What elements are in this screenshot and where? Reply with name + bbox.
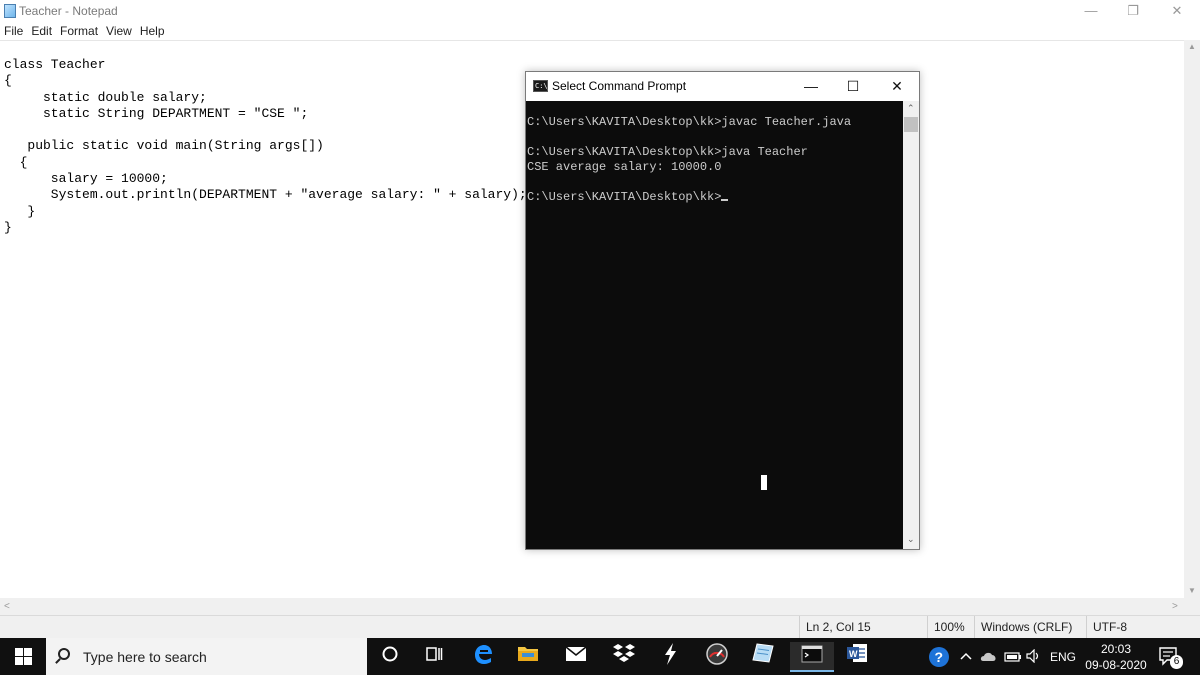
console-prompt-line: C:\Users\KAVITA\Desktop\kk> bbox=[527, 190, 729, 205]
code-line: public static void main(String args[]) bbox=[4, 138, 324, 153]
svg-text:?: ? bbox=[935, 649, 944, 665]
notepad-titlebar: Teacher - Notepad — ❐ ✕ bbox=[0, 0, 1200, 22]
battery-icon[interactable] bbox=[1004, 651, 1022, 665]
menu-help[interactable]: Help bbox=[136, 22, 169, 40]
help-icon[interactable]: ? bbox=[928, 646, 950, 671]
zoom-level: 100% bbox=[927, 616, 974, 638]
console-line: CSE average salary: 10000.0 bbox=[527, 160, 722, 174]
code-line: { bbox=[4, 73, 12, 88]
clock-time: 20:03 bbox=[1100, 642, 1132, 656]
dropbox-icon[interactable] bbox=[604, 642, 644, 672]
cmd-title: Select Command Prompt bbox=[552, 79, 687, 93]
code-line: { bbox=[4, 155, 28, 170]
notification-badge: 6 bbox=[1170, 655, 1183, 669]
scroll-right-icon[interactable]: > bbox=[1172, 601, 1178, 612]
svg-text:W: W bbox=[849, 649, 858, 659]
paper-app-icon[interactable] bbox=[743, 642, 783, 672]
edge-icon[interactable] bbox=[463, 642, 503, 672]
mail-icon[interactable] bbox=[556, 642, 596, 672]
clock-date: 09-08-2020 bbox=[1085, 658, 1147, 672]
command-prompt-icon[interactable] bbox=[790, 642, 834, 672]
language-indicator[interactable]: ENG bbox=[1050, 650, 1076, 664]
onedrive-icon[interactable] bbox=[980, 650, 998, 665]
code-line: System.out.println(DEPARTMENT + "average… bbox=[4, 187, 527, 202]
file-explorer-icon[interactable] bbox=[508, 642, 548, 672]
menu-edit[interactable]: Edit bbox=[27, 22, 56, 40]
speedometer-app-icon[interactable] bbox=[697, 642, 737, 672]
code-line: } bbox=[4, 220, 12, 235]
cmd-titlebar[interactable]: C:\_ Select Command Prompt — ☐ ✕ bbox=[526, 72, 919, 101]
menu-file[interactable]: File bbox=[0, 22, 27, 40]
line-ending: Windows (CRLF) bbox=[974, 616, 1086, 638]
restore-button[interactable]: ❐ bbox=[1110, 0, 1156, 22]
cursor-position: Ln 2, Col 15 bbox=[799, 616, 927, 638]
text-cursor bbox=[721, 199, 729, 201]
code-line: } bbox=[4, 204, 36, 219]
taskbar-clock[interactable]: 20:03 09-08-2020 bbox=[1080, 641, 1152, 673]
minimize-button[interactable]: — bbox=[1068, 0, 1114, 22]
vertical-scrollbar[interactable]: ▲ ▼ bbox=[1184, 40, 1200, 598]
scroll-left-icon[interactable]: < bbox=[4, 601, 10, 612]
code-line: static String DEPARTMENT = "CSE "; bbox=[4, 106, 309, 121]
search-icon bbox=[58, 648, 70, 660]
console-line: C:\Users\KAVITA\Desktop\kk>javac Teacher… bbox=[527, 115, 852, 129]
notepad-icon bbox=[4, 4, 16, 18]
mouse-ibeam-cursor bbox=[761, 475, 767, 490]
cmd-close-button[interactable]: ✕ bbox=[875, 72, 919, 101]
console-prompt: C:\Users\KAVITA\Desktop\kk> bbox=[527, 190, 722, 204]
code-line: class Teacher bbox=[4, 57, 106, 72]
console-output[interactable]: C:\Users\KAVITA\Desktop\kk>javac Teacher… bbox=[526, 101, 903, 549]
scroll-down-icon[interactable]: ▼ bbox=[1188, 586, 1196, 595]
close-button[interactable]: ✕ bbox=[1154, 0, 1200, 22]
volume-icon[interactable] bbox=[1026, 648, 1042, 666]
code-line: salary = 10000; bbox=[4, 171, 168, 186]
cmd-scrollbar[interactable]: ⌃ ⌄ bbox=[903, 101, 919, 549]
taskbar: Type here to search W ? ENG 20:03 09-08-… bbox=[0, 638, 1200, 675]
code-line: static double salary; bbox=[4, 90, 207, 105]
cmd-scroll-up-icon[interactable]: ⌃ bbox=[907, 103, 915, 114]
menu-format[interactable]: Format bbox=[56, 22, 102, 40]
word-icon[interactable]: W bbox=[837, 642, 877, 672]
start-button[interactable] bbox=[0, 638, 46, 675]
cmd-minimize-button[interactable]: — bbox=[789, 72, 833, 101]
command-prompt-window[interactable]: C:\_ Select Command Prompt — ☐ ✕ C:\User… bbox=[525, 71, 920, 550]
window-title: Teacher - Notepad bbox=[19, 4, 118, 18]
lightning-app-icon[interactable] bbox=[650, 642, 690, 672]
status-bar: Ln 2, Col 15 100% Windows (CRLF) UTF-8 bbox=[0, 615, 1200, 638]
cmd-maximize-button[interactable]: ☐ bbox=[831, 72, 875, 101]
search-placeholder: Type here to search bbox=[83, 649, 207, 665]
menu-bar: File Edit Format View Help bbox=[0, 22, 1200, 40]
windows-logo-pane bbox=[24, 648, 32, 656]
cmd-icon: C:\_ bbox=[533, 80, 552, 92]
task-view-icon[interactable] bbox=[414, 642, 454, 672]
scroll-up-icon[interactable]: ▲ bbox=[1188, 42, 1196, 51]
windows-logo-pane bbox=[15, 657, 23, 665]
encoding: UTF-8 bbox=[1086, 616, 1200, 638]
cmd-scroll-down-icon[interactable]: ⌄ bbox=[907, 534, 915, 545]
scrollbar-corner bbox=[1184, 598, 1200, 615]
horizontal-scrollbar[interactable]: < > bbox=[0, 598, 1184, 615]
taskbar-search[interactable]: Type here to search bbox=[46, 638, 367, 675]
windows-logo-icon bbox=[15, 648, 23, 656]
chevron-up-icon[interactable] bbox=[960, 650, 972, 664]
windows-logo-pane bbox=[24, 657, 32, 665]
cmd-scroll-thumb[interactable] bbox=[904, 117, 918, 132]
menu-view[interactable]: View bbox=[102, 22, 136, 40]
cortana-icon[interactable] bbox=[370, 642, 410, 672]
console-line: C:\Users\KAVITA\Desktop\kk>java Teacher bbox=[527, 145, 808, 159]
